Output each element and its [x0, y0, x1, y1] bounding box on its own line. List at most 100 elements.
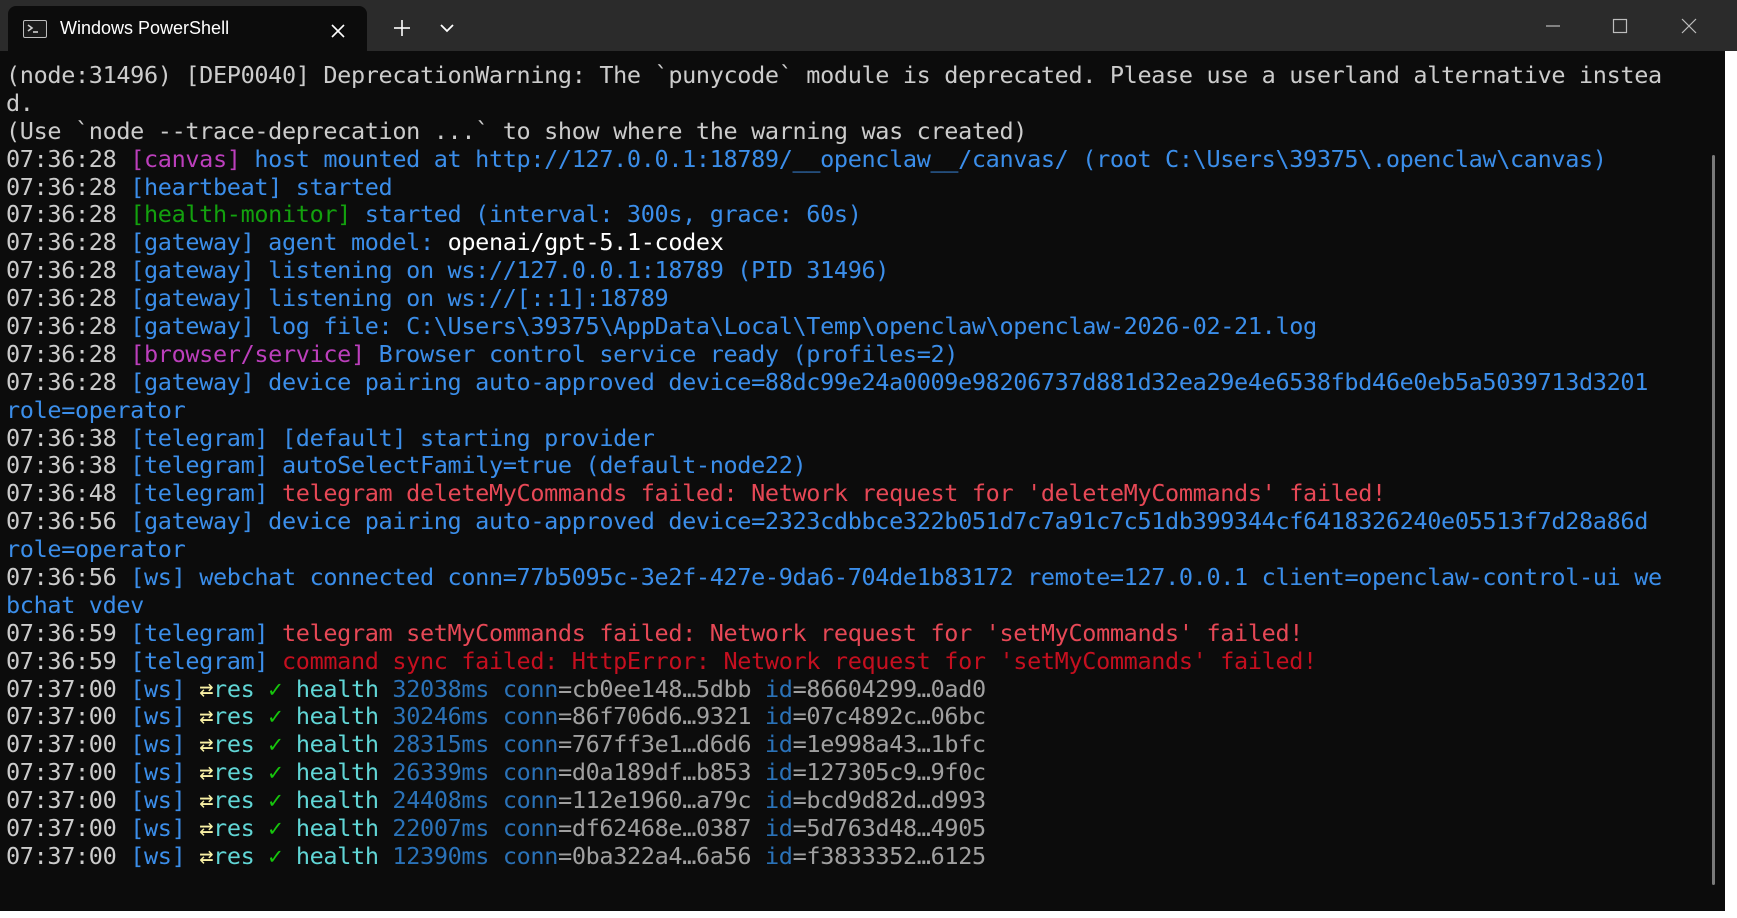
- console-text: [ws]: [130, 841, 186, 870]
- console-line: 07:36:38 [telegram] [default] starting p…: [6, 423, 1716, 453]
- console-line: 07:36:28 [gateway] agent model: openai/g…: [6, 228, 1716, 257]
- console-text: res: [213, 730, 269, 759]
- minimize-icon: [1546, 25, 1560, 27]
- console-text: command sync failed: HttpError: Network …: [268, 646, 1317, 675]
- console-line: 07:37:00 [ws] ⇄res ✓ health 22007ms conn…: [6, 814, 1716, 843]
- console-text: started: [281, 172, 393, 201]
- console-text: (node:31496) [DEP0040] DeprecationWarnin…: [6, 61, 1662, 89]
- console-text: [gateway]: [130, 256, 255, 285]
- console-text: ✓: [268, 758, 283, 787]
- console-text: 07:37:00: [6, 758, 131, 787]
- console-text: host mounted at http://127.0.0.1:18789/_…: [240, 144, 1607, 173]
- console-text: id: [765, 814, 793, 843]
- console-text: [ws]: [130, 702, 186, 731]
- console-line: 07:36:56 [ws] webchat connected conn=77b…: [6, 563, 1716, 592]
- console-text: id: [765, 758, 793, 787]
- console-text: 07:36:38: [6, 423, 131, 452]
- tab-powershell[interactable]: Windows PowerShell: [8, 6, 367, 51]
- console-line: 07:37:00 [ws] ⇄res ✓ health 12390ms conn…: [6, 841, 1716, 871]
- console-text: [telegram]: [130, 479, 269, 508]
- console-text: 07:37:00: [6, 730, 131, 759]
- console-line: 07:36:59 [telegram] command sync failed:…: [6, 646, 1716, 676]
- console-text: [telegram]: [130, 618, 269, 647]
- close-icon: [1681, 18, 1697, 34]
- console-text: =df62468e…0387: [558, 814, 765, 843]
- window-edge: [1725, 51, 1737, 918]
- console-text: 07:36:28: [6, 312, 131, 341]
- console-text: listening on ws://127.0.0.1:18789 (PID 3…: [254, 256, 890, 285]
- console-text: started (interval: 300s, grace: 60s): [350, 200, 862, 229]
- console-text: res: [213, 841, 269, 870]
- console-text: ⇄: [199, 841, 214, 870]
- console-text: device pairing auto-approved device=88dc…: [254, 367, 1648, 396]
- console-text: =1e998a43…1bfc: [792, 730, 987, 759]
- terminal-icon: [23, 20, 47, 38]
- console-text: [gateway]: [130, 228, 255, 257]
- console-text: 28315ms: [392, 730, 503, 759]
- console-text: id: [765, 841, 793, 870]
- console-line: (node:31496) [DEP0040] DeprecationWarnin…: [6, 61, 1716, 90]
- maximize-button[interactable]: [1597, 10, 1643, 42]
- console-text: [ws]: [130, 758, 186, 787]
- console-text: 26339ms: [392, 758, 503, 787]
- console-text: =5d763d48…4905: [792, 814, 987, 843]
- console-text: =bcd9d82d…d993: [792, 786, 987, 815]
- console-text: 07:36:56: [6, 507, 131, 536]
- console-line: 07:37:00 [ws] ⇄res ✓ health 28315ms conn…: [6, 730, 1716, 759]
- console-line: 07:36:28 [gateway] listening on ws://127…: [6, 256, 1716, 285]
- console-text: 07:37:00: [6, 841, 131, 870]
- console-text: ⇄: [199, 674, 214, 703]
- console-line: 07:36:38 [telegram] autoSelectFamily=tru…: [6, 452, 1716, 480]
- console-text: res: [213, 702, 269, 731]
- console-text: =112e1960…a79c: [558, 786, 765, 815]
- console-text: [default] starting provider: [268, 423, 655, 452]
- console-text: ⇄: [199, 786, 214, 815]
- console-line: 07:36:56 [gateway] device pairing auto-a…: [6, 507, 1716, 536]
- window-close-button[interactable]: [1666, 10, 1712, 42]
- console-text: bchat vdev: [6, 590, 144, 619]
- chevron-down-icon[interactable]: [436, 17, 458, 39]
- console-text: =127305c9…9f0c: [792, 758, 987, 787]
- minimize-button[interactable]: [1530, 10, 1576, 42]
- console-line: (Use `node --trace-deprecation ...` to s…: [6, 117, 1716, 146]
- console-text: [ws]: [130, 674, 186, 703]
- console-text: device pairing auto-approved device=2323…: [254, 507, 1648, 536]
- console-line: d.: [6, 89, 1716, 118]
- console-text: conn: [502, 674, 559, 703]
- terminal-output[interactable]: (node:31496) [DEP0040] DeprecationWarnin…: [6, 61, 1716, 871]
- console-text: conn: [502, 814, 559, 843]
- console-text: =07c4892c…06bc: [792, 702, 987, 731]
- console-text: =86604299…0ad0: [792, 674, 987, 703]
- console-line: 07:37:00 [ws] ⇄res ✓ health 26339ms conn…: [6, 758, 1716, 787]
- console-line: 07:36:28 [health-monitor] started (inter…: [6, 201, 1716, 229]
- console-text: health: [282, 786, 393, 815]
- console-text: ✓: [268, 730, 283, 759]
- console-line: role=operator: [6, 535, 1716, 564]
- console-line: bchat vdev: [6, 590, 1716, 620]
- console-line: 07:36:28 [gateway] listening on ws://[::…: [6, 284, 1716, 313]
- scrollbar[interactable]: [1712, 155, 1715, 885]
- console-text: 22007ms: [392, 814, 503, 843]
- console-line: 07:36:28 [canvas] host mounted at http:/…: [6, 144, 1716, 174]
- window-edge: [0, 911, 1737, 918]
- close-icon[interactable]: [326, 19, 350, 43]
- console-text: [gateway]: [130, 312, 255, 341]
- console-text: role=operator: [6, 535, 186, 564]
- title-bar: Windows PowerShell: [0, 0, 1737, 51]
- console-text: autoSelectFamily=true (default-node22): [268, 451, 807, 480]
- plus-icon[interactable]: [390, 16, 414, 40]
- console-line: 07:37:00 [ws] ⇄res ✓ health 32038ms conn…: [6, 674, 1716, 704]
- console-text: [telegram]: [130, 423, 269, 452]
- console-text: health: [282, 814, 393, 843]
- console-text: [canvas]: [130, 144, 241, 173]
- console-text: conn: [502, 786, 559, 815]
- console-text: id: [765, 730, 793, 759]
- tab-title: Windows PowerShell: [60, 18, 230, 38]
- console-text: 07:37:00: [6, 814, 131, 843]
- console-text: res: [213, 814, 269, 843]
